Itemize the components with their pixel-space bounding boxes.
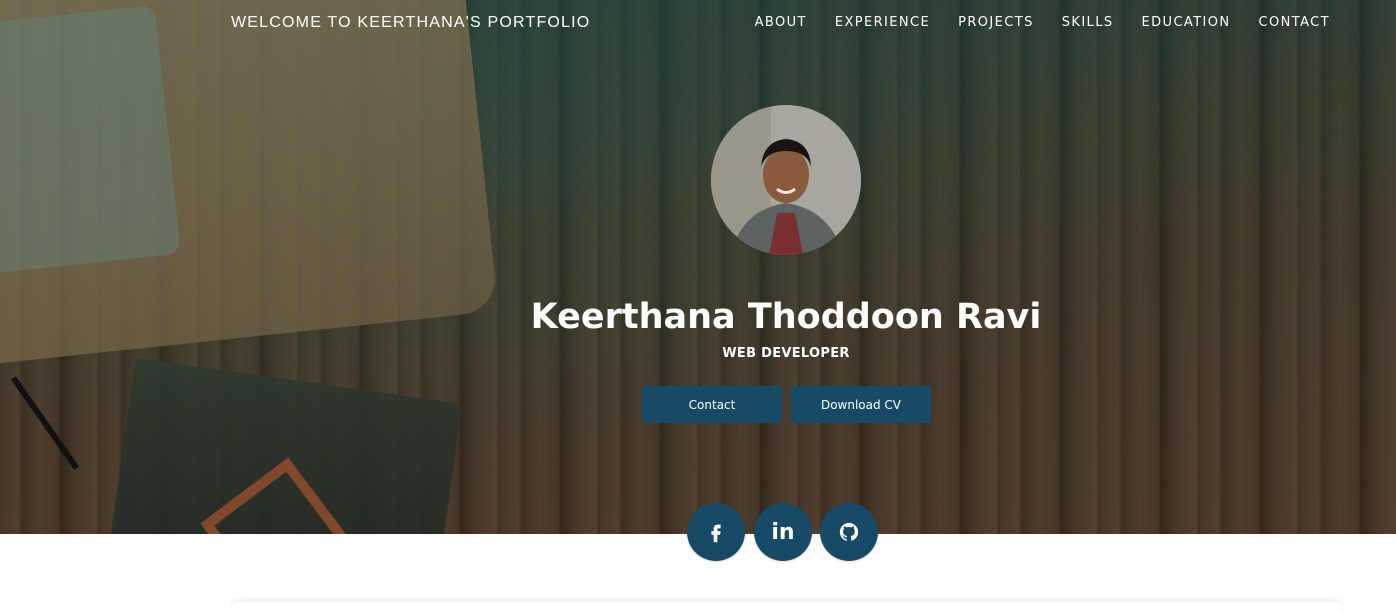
- profile-photo: [711, 105, 861, 255]
- background-touchpad: [0, 5, 181, 274]
- nav-link-experience[interactable]: EXPERIENCE: [835, 15, 930, 30]
- download-cv-button[interactable]: Download CV: [791, 386, 931, 423]
- hero-section: WELCOME TO KEERTHANA'S PORTFOLIO ABOUT E…: [0, 0, 1396, 534]
- contact-button[interactable]: Contact: [642, 386, 782, 423]
- nav-link-skills[interactable]: SKILLS: [1062, 15, 1114, 30]
- nav-link-about[interactable]: ABOUT: [755, 15, 807, 30]
- nav-links: ABOUT EXPERIENCE PROJECTS SKILLS EDUCATI…: [755, 15, 1330, 30]
- github-link[interactable]: [820, 503, 878, 561]
- facebook-link[interactable]: [687, 503, 745, 561]
- linkedin-icon: in: [771, 519, 795, 545]
- linkedin-link[interactable]: in: [754, 503, 812, 561]
- nav-link-education[interactable]: EDUCATION: [1142, 15, 1231, 30]
- profile-name: Keerthana Thoddoon Ravi: [530, 297, 1042, 337]
- avatar: [711, 105, 861, 255]
- facebook-icon: [711, 524, 721, 543]
- nav-link-projects[interactable]: PROJECTS: [958, 15, 1034, 30]
- content-card-edge: [232, 602, 1342, 612]
- background-book-mark: [200, 457, 355, 534]
- profile-role: WEB DEVELOPER: [722, 346, 850, 361]
- nav-link-contact[interactable]: CONTACT: [1259, 15, 1330, 30]
- github-icon: [839, 522, 859, 541]
- nav-brand[interactable]: WELCOME TO KEERTHANA'S PORTFOLIO: [231, 14, 590, 32]
